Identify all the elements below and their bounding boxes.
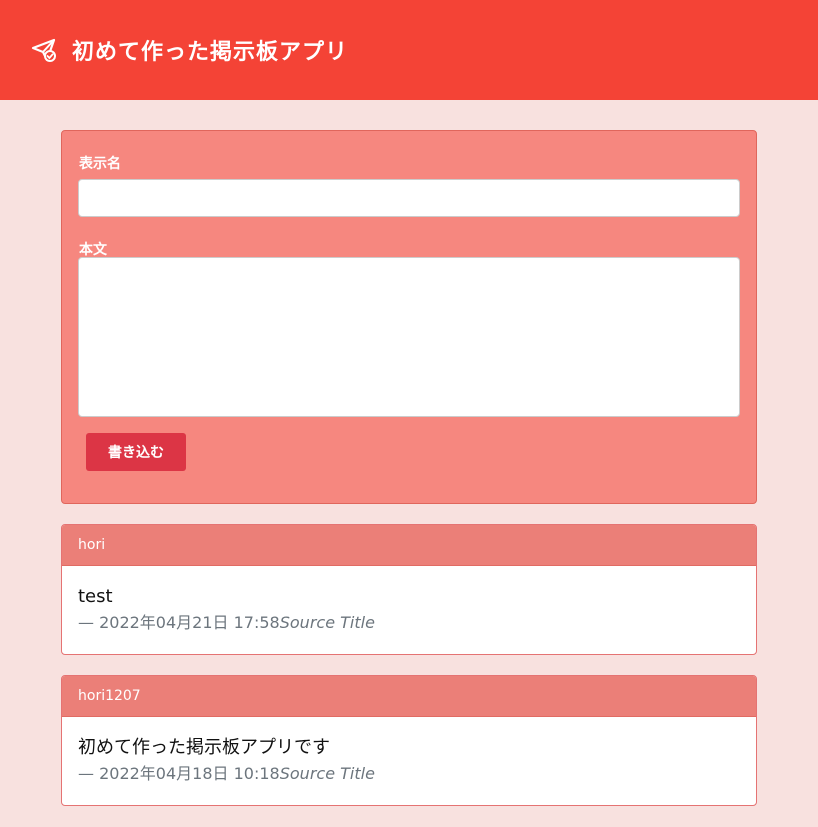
post-card: hori test — 2022年04月21日 17:58Source Titl… <box>61 524 757 655</box>
post-source: Source Title <box>279 764 375 783</box>
post-author: hori1207 <box>78 688 141 704</box>
post-meta: — 2022年04月18日 10:18Source Title <box>78 763 740 785</box>
app-title: 初めて作った掲示板アプリ <box>72 40 349 65</box>
post-text: test <box>78 586 113 607</box>
post-source: Source Title <box>279 613 375 632</box>
body-textarea[interactable] <box>78 257 740 417</box>
post-header: hori1207 <box>62 676 756 717</box>
post-timestamp: — 2022年04月18日 10:18 <box>78 764 280 783</box>
post-content: test — 2022年04月21日 17:58Source Title <box>62 566 756 634</box>
post-timestamp: — 2022年04月21日 17:58 <box>78 613 280 632</box>
post-header: hori <box>62 525 756 566</box>
post-card: hori1207 初めて作った掲示板アプリです — 2022年04月18日 10… <box>61 675 757 806</box>
post-form: 表示名 本文 書き込む <box>61 130 757 504</box>
paper-plane-check-icon <box>31 38 56 62</box>
app-header: 初めて作った掲示板アプリ <box>0 0 818 100</box>
body-label: 本文 <box>79 242 107 258</box>
post-text: 初めて作った掲示板アプリです <box>78 737 330 758</box>
post-author: hori <box>78 537 106 553</box>
post-meta: — 2022年04月21日 17:58Source Title <box>78 612 740 634</box>
display-name-input[interactable] <box>78 179 740 217</box>
display-name-label: 表示名 <box>79 156 121 172</box>
submit-button[interactable]: 書き込む <box>86 433 186 471</box>
post-content: 初めて作った掲示板アプリです — 2022年04月18日 10:18Source… <box>62 717 756 785</box>
